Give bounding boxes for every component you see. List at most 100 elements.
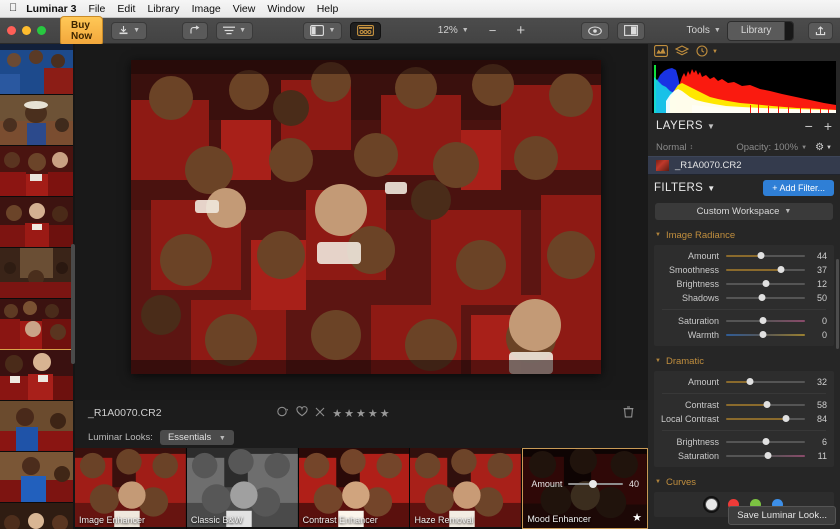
trash-icon[interactable] [623, 406, 634, 421]
export-button[interactable]: ▼ [111, 22, 147, 40]
slider-track[interactable] [726, 418, 805, 420]
look-item[interactable]: Image Enhancer [75, 448, 187, 529]
slider-row[interactable]: Warmth 0 [654, 328, 834, 342]
slider-track[interactable] [726, 381, 805, 383]
slider-row[interactable]: Amount 32 [654, 375, 834, 389]
slider-knob[interactable] [757, 252, 764, 259]
chevron-down-icon[interactable]: ▼ [801, 145, 807, 151]
filter-group-header[interactable]: ▼ Image Radiance [648, 227, 840, 243]
slider-track[interactable] [726, 441, 805, 443]
tab-library[interactable]: Library [728, 22, 786, 40]
sort-list-button[interactable]: ▼ [216, 22, 253, 40]
remove-layer-button[interactable]: − [805, 119, 813, 133]
histogram-icon[interactable] [654, 45, 668, 59]
slider-track[interactable] [726, 404, 805, 406]
slider-knob[interactable] [783, 415, 790, 422]
slider-knob[interactable] [589, 480, 597, 488]
reject-x-icon[interactable] [315, 407, 325, 420]
slider-row[interactable]: Smoothness 37 [654, 263, 834, 277]
stepper-icon[interactable]: ↕ [690, 144, 694, 151]
filmstrip-thumb[interactable] [0, 452, 73, 503]
triangle-collapse-icon[interactable]: ▼ [655, 232, 661, 238]
look-item-active[interactable]: Amount 40 Mood Enhancer ★ [522, 448, 648, 529]
slider-row[interactable]: Shadows 50 [654, 291, 834, 305]
slider-track[interactable] [726, 455, 805, 457]
slider-row[interactable]: Amount 44 [654, 249, 834, 263]
compare-split-button[interactable] [617, 22, 645, 40]
filmstrip-thumb[interactable] [0, 44, 73, 95]
slider-row[interactable]: Saturation 11 [654, 449, 834, 463]
mode-segmented-control[interactable]: Library Edit Info [727, 21, 794, 41]
maximize-button[interactable] [37, 26, 46, 35]
filmstrip-toggle-button[interactable] [350, 22, 381, 40]
histogram-tabs[interactable]: ▼ [648, 44, 840, 60]
look-item[interactable]: Haze Removal [410, 448, 522, 529]
slider-knob[interactable] [762, 438, 769, 445]
look-item[interactable]: Contrast Enhancer [299, 448, 411, 529]
opacity-control[interactable]: Opacity: 100% [736, 142, 798, 153]
slider-knob[interactable] [760, 317, 767, 324]
filmstrip-thumb[interactable] [0, 197, 73, 248]
slider-knob[interactable] [758, 294, 765, 301]
slider-track[interactable] [726, 283, 805, 285]
triangle-collapse-icon[interactable]: ▼ [655, 479, 661, 485]
slider-row[interactable]: Brightness 12 [654, 277, 834, 291]
filmstrip-thumb[interactable] [0, 146, 73, 197]
image-canvas[interactable] [75, 44, 648, 400]
look-item[interactable]: Classic B&W [187, 448, 299, 529]
apple-icon[interactable]:  [9, 3, 17, 14]
panels-toggle-button[interactable]: ▼ [303, 22, 342, 40]
menu-item-luminar[interactable]: Luminar 3 [26, 3, 76, 15]
share-upload-button[interactable] [808, 22, 833, 40]
zoom-level-display[interactable]: 12% ▼ [432, 22, 475, 40]
slider-knob[interactable] [764, 401, 771, 408]
slider-track[interactable] [726, 297, 805, 299]
slider-knob[interactable] [778, 266, 785, 273]
workspace-dropdown[interactable]: Custom Workspace ▼ [655, 203, 833, 220]
menu-item-edit[interactable]: Edit [117, 3, 135, 15]
save-luminar-look-button[interactable]: Save Luminar Look... [728, 506, 836, 525]
window-controls[interactable] [7, 26, 52, 35]
slider-row[interactable]: Saturation 0 [654, 314, 834, 328]
tools-menu-button[interactable]: Tools ▼ [681, 22, 727, 40]
add-filter-button[interactable]: + Add Filter... [763, 180, 834, 196]
slider-row[interactable]: Local Contrast 84 [654, 412, 834, 426]
look-amount-slider[interactable]: Amount 40 [523, 479, 647, 489]
menu-item-library[interactable]: Library [147, 3, 179, 15]
slider-row[interactable]: Brightness 6 [654, 435, 834, 449]
menu-item-image[interactable]: Image [192, 3, 221, 15]
preview-eye-button[interactable] [581, 22, 609, 40]
channel-luminance[interactable] [706, 499, 717, 510]
favorite-star-icon[interactable]: ★ [632, 511, 642, 524]
slider-track[interactable] [726, 255, 805, 257]
gear-icon[interactable]: ⚙ [815, 142, 824, 153]
slider-knob[interactable] [746, 378, 753, 385]
star-rating[interactable]: ★★★★★ [332, 407, 391, 420]
tab-edit[interactable]: Edit [785, 22, 794, 40]
library-filmstrip[interactable] [0, 44, 75, 529]
looks-category-dropdown[interactable]: Essentials ▼ [160, 430, 234, 445]
add-layer-button[interactable]: + [824, 119, 832, 133]
luminar-looks-strip[interactable]: Image Enhancer Classic B&W Contrast Enha… [75, 448, 648, 529]
zoom-in-button[interactable]: + [510, 22, 531, 40]
filmstrip-thumb[interactable] [0, 95, 73, 146]
right-panel-scrollbar[interactable] [836, 259, 839, 349]
chevron-down-icon[interactable]: ▼ [707, 184, 715, 193]
share-button[interactable] [182, 22, 208, 40]
chevron-down-icon[interactable]: ▼ [712, 49, 718, 55]
main-photo[interactable] [131, 60, 601, 374]
layers-stack-icon[interactable] [675, 45, 689, 59]
chevron-down-icon[interactable]: ▼ [826, 145, 832, 151]
slider-track[interactable] [726, 334, 805, 336]
slider-track[interactable] [726, 320, 805, 322]
heart-icon[interactable] [296, 406, 308, 420]
history-clock-icon[interactable] [696, 45, 709, 59]
filter-group-header[interactable]: ▼ Curves [648, 474, 840, 490]
slider-row[interactable]: Contrast 58 [654, 398, 834, 412]
slider-track[interactable] [726, 269, 805, 271]
slider-knob[interactable] [760, 331, 767, 338]
filmstrip-thumb[interactable] [0, 248, 73, 299]
blend-mode-select[interactable]: Normal [656, 142, 687, 153]
filmstrip-thumb[interactable] [0, 350, 73, 401]
slider-knob[interactable] [762, 280, 769, 287]
